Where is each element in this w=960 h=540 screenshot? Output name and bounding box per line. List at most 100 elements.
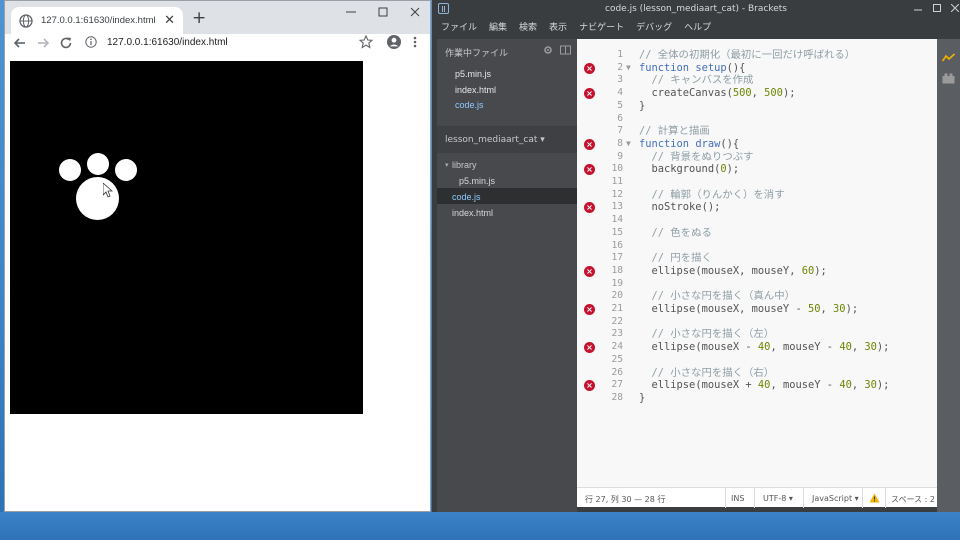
code-editor[interactable]: 1// 全体の初期化（最初に一回だけ呼ばれる） × 2 ▼ function setup… — [577, 39, 937, 487]
code-line[interactable]: 11 — [577, 176, 937, 189]
line-number: 26 — [611, 366, 623, 378]
fold-arrow-icon[interactable]: ▼ — [626, 138, 631, 151]
p5-canvas[interactable] — [10, 61, 363, 414]
browser-tab-strip: 127.0.0.1:61630/index.html ✕ + — [5, 1, 430, 34]
code-line[interactable]: × 27 ellipse(mouseX + 40, mouseY - 40, 30… — [577, 379, 937, 392]
code-line[interactable]: 1 // 全体の初期化（最初に一回だけ呼ばれる） — [577, 49, 937, 62]
tree-file-code[interactable]: code.js — [452, 192, 481, 202]
menu-view[interactable]: 表示 — [549, 20, 567, 33]
code-line[interactable]: 3 // キャンバスを作成 — [577, 74, 937, 87]
cursor-position[interactable]: 行 27, 列 30 — 28 行 — [585, 494, 665, 505]
code-line[interactable]: × 18 ellipse(mouseX, mouseY, 60); — [577, 265, 937, 278]
lint-error-icon[interactable]: × — [584, 265, 595, 277]
code-line[interactable]: 6 — [577, 113, 937, 126]
info-icon[interactable] — [85, 36, 97, 48]
code-line[interactable]: × 13 noStroke(); — [577, 201, 937, 214]
lint-error-icon[interactable]: × — [584, 62, 595, 74]
code-line[interactable]: 22 — [577, 316, 937, 329]
line-number: 28 — [611, 391, 623, 403]
project-bar[interactable]: lesson_mediaart_cat ▾ — [437, 127, 577, 153]
code-line[interactable]: 26 // 小さな円を描く（右） — [577, 367, 937, 380]
menu-kebab-icon[interactable] — [410, 34, 420, 50]
working-file-p5[interactable]: p5.min.js — [455, 69, 491, 79]
paw-toe-right — [115, 159, 137, 181]
menu-find[interactable]: 検索 — [519, 20, 537, 33]
code-line[interactable]: 12 // 輪郭（りんかく）を消す — [577, 189, 937, 202]
lint-error-icon[interactable]: × — [584, 88, 595, 100]
tree-folder-library[interactable]: library — [452, 160, 477, 170]
split-view-icon[interactable] — [560, 45, 571, 55]
line-number: 8 — [617, 137, 623, 149]
lint-error-icon[interactable]: × — [584, 138, 595, 150]
maximize-icon[interactable] — [367, 4, 399, 20]
lint-error-icon[interactable]: × — [584, 304, 595, 315]
warning-icon[interactable] — [869, 493, 880, 503]
line-number: 9 — [617, 150, 623, 162]
code-line[interactable]: × 21 ellipse(mouseX, mouseY - 50, 30); — [577, 303, 937, 316]
minimize-icon[interactable] — [908, 1, 928, 15]
close-window-icon[interactable] — [399, 4, 430, 20]
code-line[interactable]: 7 // 計算と描画 — [577, 125, 937, 138]
line-number: 24 — [611, 341, 623, 353]
lint-error-icon[interactable]: × — [584, 164, 595, 176]
lint-error-icon[interactable]: × — [584, 342, 595, 354]
gear-icon[interactable] — [543, 45, 553, 55]
code-line[interactable]: 14 — [577, 214, 937, 227]
menu-help[interactable]: ヘルプ — [684, 20, 711, 33]
insert-mode[interactable]: INS — [731, 494, 744, 503]
extension-manager-icon[interactable] — [942, 73, 955, 84]
code-line[interactable]: 16 — [577, 240, 937, 253]
maximize-icon[interactable] — [927, 1, 947, 15]
close-window-icon[interactable] — [945, 1, 960, 15]
code-text: // 小さな円を描く（右） — [651, 366, 775, 379]
menu-file[interactable]: ファイル — [441, 20, 477, 33]
minimize-icon[interactable] — [335, 4, 367, 20]
code-line[interactable]: 17 // 円を描く — [577, 252, 937, 265]
browser-tab[interactable]: 127.0.0.1:61630/index.html ✕ — [11, 7, 183, 34]
desktop-taskbar — [0, 512, 960, 540]
folder-expanded-icon[interactable]: ▾ — [445, 161, 449, 169]
editor-titlebar: code.js (lesson_mediaart_cat) - Brackets — [432, 0, 960, 18]
code-line[interactable]: 9 // 背景をぬりつぶす — [577, 151, 937, 164]
code-line[interactable]: 15 // 色をぬる — [577, 227, 937, 240]
bookmark-star-icon[interactable] — [359, 35, 373, 49]
close-tab-icon[interactable]: ✕ — [164, 14, 175, 27]
address-bar[interactable]: 127.0.0.1:61630/index.html — [85, 32, 381, 52]
line-number: 25 — [611, 353, 623, 365]
code-line[interactable]: 5} — [577, 100, 937, 113]
code-text: // 全体の初期化（最初に一回だけ呼ばれる） — [639, 49, 856, 61]
menu-navigate[interactable]: ナビゲート — [579, 20, 624, 33]
working-file-index[interactable]: index.html — [455, 85, 496, 95]
live-preview-icon[interactable] — [942, 53, 955, 63]
reload-icon[interactable] — [57, 34, 75, 52]
language-select[interactable]: JavaScript ▾ — [812, 494, 859, 503]
code-line[interactable]: × 2 ▼ function setup(){ — [577, 62, 937, 75]
tree-file-index[interactable]: index.html — [452, 208, 493, 218]
new-tab-button[interactable]: + — [192, 10, 206, 27]
code-line[interactable]: × 8 ▼ function draw(){ — [577, 138, 937, 151]
lint-error-icon[interactable]: × — [584, 380, 595, 392]
code-line[interactable]: 28} — [577, 392, 937, 405]
code-line[interactable]: × 4 createCanvas(500, 500); — [577, 87, 937, 100]
menu-edit[interactable]: 編集 — [489, 20, 507, 33]
line-number: 12 — [611, 188, 623, 200]
code-text: ellipse(mouseX, mouseY, 60); — [651, 264, 827, 277]
encoding-select[interactable]: UTF-8 ▾ — [763, 494, 793, 503]
indent-spaces[interactable]: スペース : 2 — [891, 494, 935, 505]
working-file-code[interactable]: code.js — [455, 100, 484, 110]
tree-file-p5[interactable]: p5.min.js — [459, 176, 495, 186]
code-line[interactable]: × 10 background(0); — [577, 163, 937, 176]
profile-avatar-icon[interactable] — [386, 34, 402, 50]
fold-arrow-icon[interactable]: ▼ — [626, 62, 631, 75]
line-number: 13 — [611, 201, 623, 213]
code-line[interactable]: 25 — [577, 354, 937, 367]
menu-debug[interactable]: デバッグ — [636, 20, 672, 33]
back-arrow-icon[interactable] — [11, 34, 29, 52]
code-line[interactable]: × 24 ellipse(mouseX - 40, mouseY - 40, 30… — [577, 341, 937, 354]
code-line[interactable]: 19 — [577, 278, 937, 291]
code-line[interactable]: 20 // 小さな円を描く（真ん中） — [577, 290, 937, 303]
forward-arrow-icon[interactable] — [34, 34, 52, 52]
lint-error-icon[interactable]: × — [584, 202, 595, 214]
line-number: 21 — [611, 303, 623, 314]
code-line[interactable]: 23 // 小さな円を描く（左） — [577, 328, 937, 341]
